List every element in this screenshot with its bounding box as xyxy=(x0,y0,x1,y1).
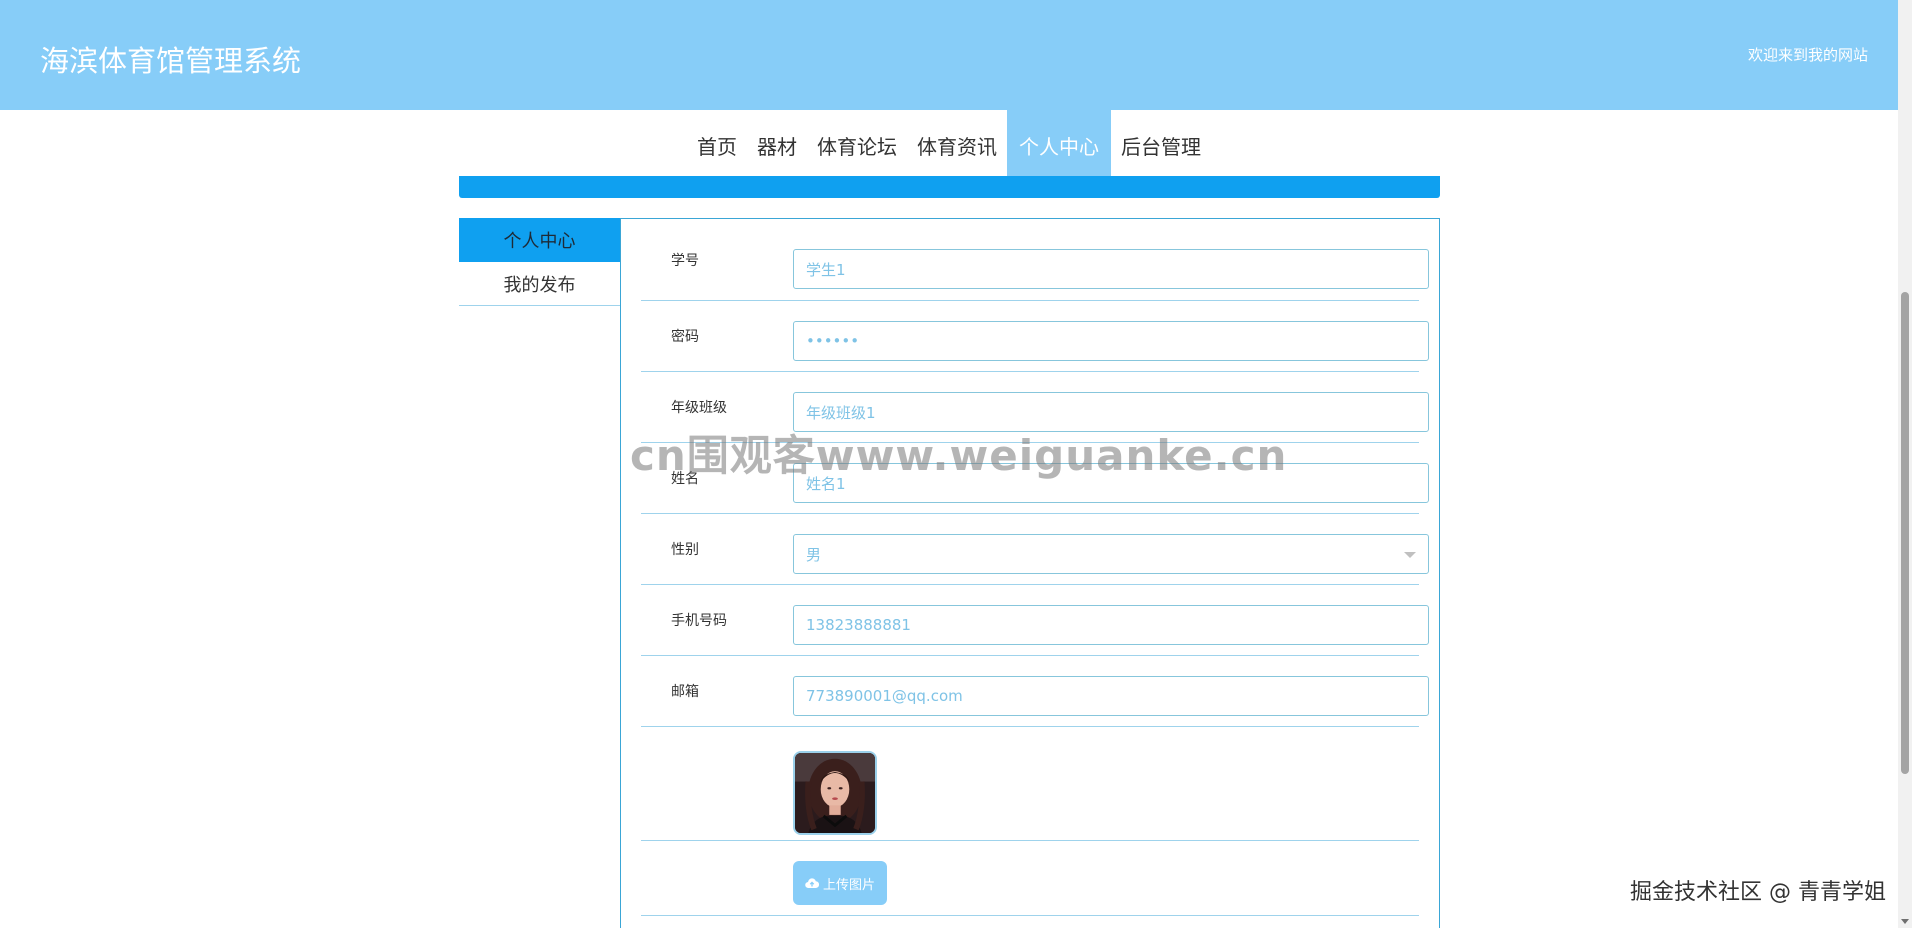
gender-select[interactable]: 男 xyxy=(793,534,1429,574)
phone-input[interactable] xyxy=(806,606,1416,644)
phone-label: 手机号码 xyxy=(671,613,727,629)
section-title-bar xyxy=(459,176,1440,198)
form-row-upload: 上传图片 xyxy=(641,841,1419,916)
phone-field[interactable] xyxy=(793,605,1429,645)
site-title: 海滨体育馆管理系统 xyxy=(40,44,302,78)
gender-selected-value: 男 xyxy=(806,545,822,564)
cloud-upload-icon xyxy=(805,878,819,889)
upload-button-label: 上传图片 xyxy=(822,877,875,893)
password-label: 密码 xyxy=(671,329,699,345)
email-input[interactable] xyxy=(806,677,1416,715)
password-field[interactable] xyxy=(793,321,1429,361)
student-id-label: 学号 xyxy=(671,252,699,269)
page-scrollbar[interactable] xyxy=(1898,0,1912,928)
side-menu: 个人中心 我的发布 xyxy=(459,218,620,306)
main-nav: 首页 器材 体育论坛 体育资讯 个人中心 后台管理 xyxy=(0,110,1898,180)
corner-watermark: 掘金技术社区 @ 青青学姐 xyxy=(1630,880,1886,905)
form-row-avatar xyxy=(641,727,1419,841)
form-row-password: 密码 xyxy=(641,301,1429,372)
form-row-student-id: 学号 xyxy=(641,219,1429,301)
nav-item-personal-center[interactable]: 个人中心 xyxy=(1007,110,1111,180)
upload-image-button[interactable]: 上传图片 xyxy=(793,861,887,905)
avatar-image xyxy=(793,751,877,835)
scroll-down-arrow-icon[interactable] xyxy=(1901,919,1909,924)
caret-down-icon xyxy=(1404,552,1416,558)
form-row-gender: 性别 男 xyxy=(641,514,1429,585)
avatar-portrait xyxy=(795,753,875,833)
side-item-personal-center[interactable]: 个人中心 xyxy=(459,218,620,262)
center-watermark: cn围观客www.weiguanke.cn xyxy=(630,431,1288,480)
form-row-phone: 手机号码 xyxy=(641,585,1429,656)
side-item-my-posts[interactable]: 我的发布 xyxy=(459,262,620,306)
form-row-email: 邮箱 xyxy=(641,656,1429,727)
scrollbar-thumb[interactable] xyxy=(1901,292,1909,774)
nav-item-equipment[interactable]: 器材 xyxy=(747,110,807,180)
nav-item-home[interactable]: 首页 xyxy=(687,110,747,180)
student-id-field[interactable] xyxy=(793,249,1429,289)
email-label: 邮箱 xyxy=(671,684,699,700)
password-input[interactable] xyxy=(806,322,1416,360)
gender-label: 性别 xyxy=(671,542,699,558)
nav-item-forum[interactable]: 体育论坛 xyxy=(807,110,907,180)
nav-item-news[interactable]: 体育资讯 xyxy=(907,110,1007,180)
welcome-text: 欢迎来到我的网站 xyxy=(1747,46,1868,64)
profile-form-panel: 学号 密码 年级班级 姓名 性别 男 手机号码 邮箱 xyxy=(620,218,1440,928)
student-id-input[interactable] xyxy=(806,250,1416,288)
nav-item-admin[interactable]: 后台管理 xyxy=(1111,110,1211,180)
email-field[interactable] xyxy=(793,676,1429,716)
top-header: 海滨体育馆管理系统 欢迎来到我的网站 xyxy=(0,0,1898,110)
